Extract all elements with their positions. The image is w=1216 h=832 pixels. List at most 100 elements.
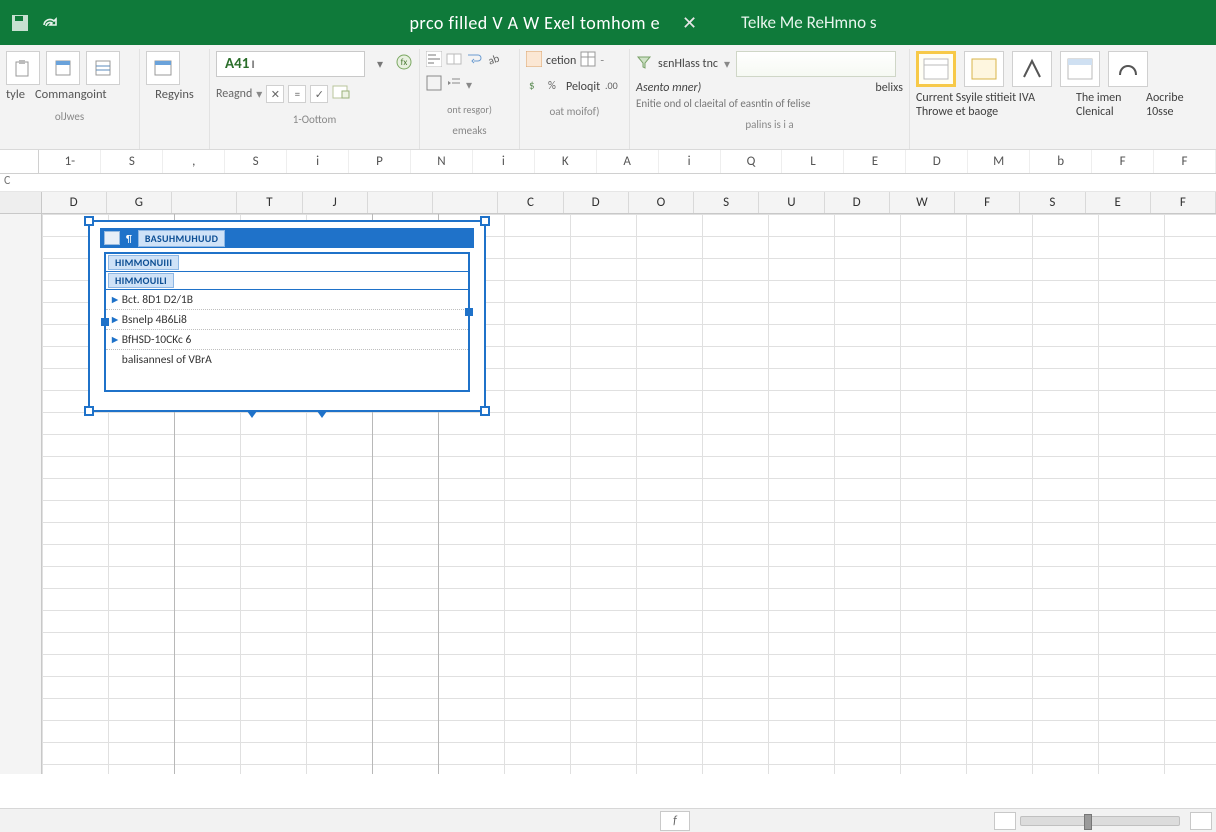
ribbon-label-asento: Asento mner) bbox=[636, 81, 701, 95]
column-header-cell[interactable]: W bbox=[890, 192, 955, 213]
orientation-icon[interactable]: ab bbox=[486, 51, 502, 71]
styles-col4b: 10sse bbox=[1146, 105, 1196, 119]
align-icon[interactable] bbox=[426, 51, 442, 71]
table-icon[interactable] bbox=[580, 51, 596, 71]
redo-icon[interactable] bbox=[40, 13, 60, 33]
cell-style-current[interactable] bbox=[916, 51, 956, 87]
col-strip-cell: A bbox=[597, 150, 659, 173]
svg-text:$: $ bbox=[529, 79, 535, 92]
cell-style-5[interactable] bbox=[1108, 51, 1148, 87]
ribbon-button-3[interactable] bbox=[86, 51, 120, 85]
ribbon-button-2[interactable] bbox=[46, 51, 80, 85]
column-header-cell[interactable]: C bbox=[498, 192, 563, 213]
column-header-cell[interactable] bbox=[433, 192, 498, 213]
row-headers[interactable] bbox=[0, 214, 42, 774]
namebox-dropdown-icon[interactable]: ▾ bbox=[371, 57, 389, 72]
styles-col3a: The imen bbox=[1076, 91, 1136, 105]
object-title-bar[interactable]: ¶ BASUHMUHUUD bbox=[100, 228, 474, 248]
column-header-cell[interactable] bbox=[172, 192, 237, 213]
column-header-cell[interactable]: D bbox=[825, 192, 890, 213]
qat bbox=[0, 13, 70, 33]
name-box-value: A41 bbox=[225, 55, 249, 73]
table-header-chip-1: HIMMONUIII bbox=[108, 255, 179, 270]
zoom-slider[interactable] bbox=[1020, 816, 1180, 826]
document-title: prco filled V A W Exel tomhom e bbox=[409, 12, 660, 34]
object-inner-table[interactable]: HIMMONUIII HIMMOUILI ▸Bct. 8D1 D2/1B ▸Bs… bbox=[104, 252, 470, 392]
column-header-cell[interactable]: D bbox=[42, 192, 107, 213]
column-header-cell[interactable]: E bbox=[1086, 192, 1151, 213]
col-strip-cell: S bbox=[101, 150, 163, 173]
resize-handles-bottom[interactable] bbox=[90, 411, 484, 418]
sheet-tab-label: f bbox=[673, 814, 677, 828]
ribbon-label-style: tyle bbox=[6, 85, 25, 102]
col-strip-cell: Q bbox=[721, 150, 783, 173]
decimal-icon[interactable]: .00 bbox=[604, 77, 620, 97]
column-header-cell[interactable] bbox=[368, 192, 433, 213]
object-icon bbox=[104, 231, 120, 245]
column-header-cell[interactable]: T bbox=[237, 192, 302, 213]
column-header-cell[interactable]: G bbox=[107, 192, 172, 213]
percent-icon[interactable]: % bbox=[546, 77, 562, 97]
merge-icon[interactable] bbox=[446, 51, 462, 71]
col-strip-cell: F bbox=[1092, 150, 1154, 173]
select-all-corner[interactable] bbox=[0, 192, 42, 213]
number-format-icon[interactable] bbox=[526, 51, 542, 71]
cell-style-2[interactable] bbox=[964, 51, 1004, 87]
zoom-thumb[interactable] bbox=[1084, 814, 1092, 830]
name-box[interactable]: A41ı bbox=[216, 51, 365, 77]
table-cell: Bsnelp 4B6Li8 bbox=[122, 313, 187, 327]
preview-strip[interactable] bbox=[736, 51, 896, 77]
worksheet-grid-wrap: ¶ BASUHMUHUUD HIMMONUIII HIMMOUILI ▸Bct.… bbox=[0, 214, 1216, 774]
fx-label: Reagnd bbox=[216, 87, 252, 101]
svg-text:%: % bbox=[548, 79, 556, 92]
table-header-chip-2: HIMMOUILI bbox=[108, 273, 174, 288]
fx-sep: = bbox=[288, 85, 306, 103]
col-strip-cell: K bbox=[535, 150, 597, 173]
filter-icon[interactable] bbox=[636, 54, 652, 74]
ribbon-group6-name: palins is i a bbox=[636, 110, 903, 131]
column-header-cell[interactable]: F bbox=[1151, 192, 1216, 213]
sheet-tab[interactable]: f bbox=[660, 811, 690, 831]
ribbon-label-peloqt: Peloqit bbox=[566, 80, 600, 94]
save-icon[interactable] bbox=[10, 13, 30, 33]
ribbon-label-belixs: belixs bbox=[875, 81, 903, 95]
column-header-cell[interactable]: S bbox=[1020, 192, 1085, 213]
ribbon-group4-sub1: ont resgor) bbox=[426, 95, 513, 116]
col-strip-cell: P bbox=[349, 150, 411, 173]
close-doc-icon[interactable]: ✕ bbox=[678, 12, 701, 34]
col-strip-cell: S bbox=[225, 150, 287, 173]
regions-button[interactable] bbox=[146, 51, 180, 85]
column-header-cell[interactable]: F bbox=[955, 192, 1020, 213]
fx-accept-icon[interactable]: ✓ bbox=[310, 85, 328, 103]
paste-button[interactable] bbox=[6, 51, 40, 85]
col-strip-cell: b bbox=[1030, 150, 1092, 173]
indent-icon[interactable] bbox=[446, 75, 462, 95]
column-header-cell[interactable]: D bbox=[564, 192, 629, 213]
currency-icon[interactable]: $ bbox=[526, 77, 542, 97]
row-label-c: C bbox=[0, 174, 1216, 192]
fx-insert-icon[interactable] bbox=[332, 83, 350, 105]
embedded-table-object[interactable]: ¶ BASUHMUHUUD HIMMONUIII HIMMOUILI ▸Bct.… bbox=[88, 220, 486, 412]
view-normal-button[interactable] bbox=[994, 812, 1016, 830]
status-bar: f bbox=[0, 808, 1216, 832]
column-header-cell[interactable]: S bbox=[694, 192, 759, 213]
column-header-cell[interactable]: O bbox=[629, 192, 694, 213]
cell-style-4[interactable] bbox=[1060, 51, 1100, 87]
fx-cancel-icon[interactable]: ✕ bbox=[266, 85, 284, 103]
ribbon-label-hlass: sεnHlass tnc bbox=[658, 57, 718, 71]
ribbon-label-cetion: cetion bbox=[546, 54, 576, 68]
wrap-icon[interactable] bbox=[466, 51, 482, 71]
tell-me-search[interactable]: Telke Me ReHmno s bbox=[741, 12, 876, 33]
cell-style-3[interactable] bbox=[1012, 51, 1052, 87]
column-header-cell[interactable]: J bbox=[303, 192, 368, 213]
cell-border-icon[interactable] bbox=[426, 75, 442, 95]
col-strip-cell: i bbox=[287, 150, 349, 173]
col-strip-cell: E bbox=[844, 150, 906, 173]
svg-text:fx: fx bbox=[401, 57, 408, 68]
column-header-cell[interactable]: U bbox=[759, 192, 824, 213]
table-cell: BfHSD-10CKc 6 bbox=[122, 333, 192, 347]
zoom-level-button[interactable] bbox=[1190, 812, 1212, 830]
fx-icon[interactable]: fx bbox=[395, 53, 413, 75]
col-strip-cell: i bbox=[473, 150, 535, 173]
table-cell: Bct. 8D1 D2/1B bbox=[122, 293, 193, 307]
